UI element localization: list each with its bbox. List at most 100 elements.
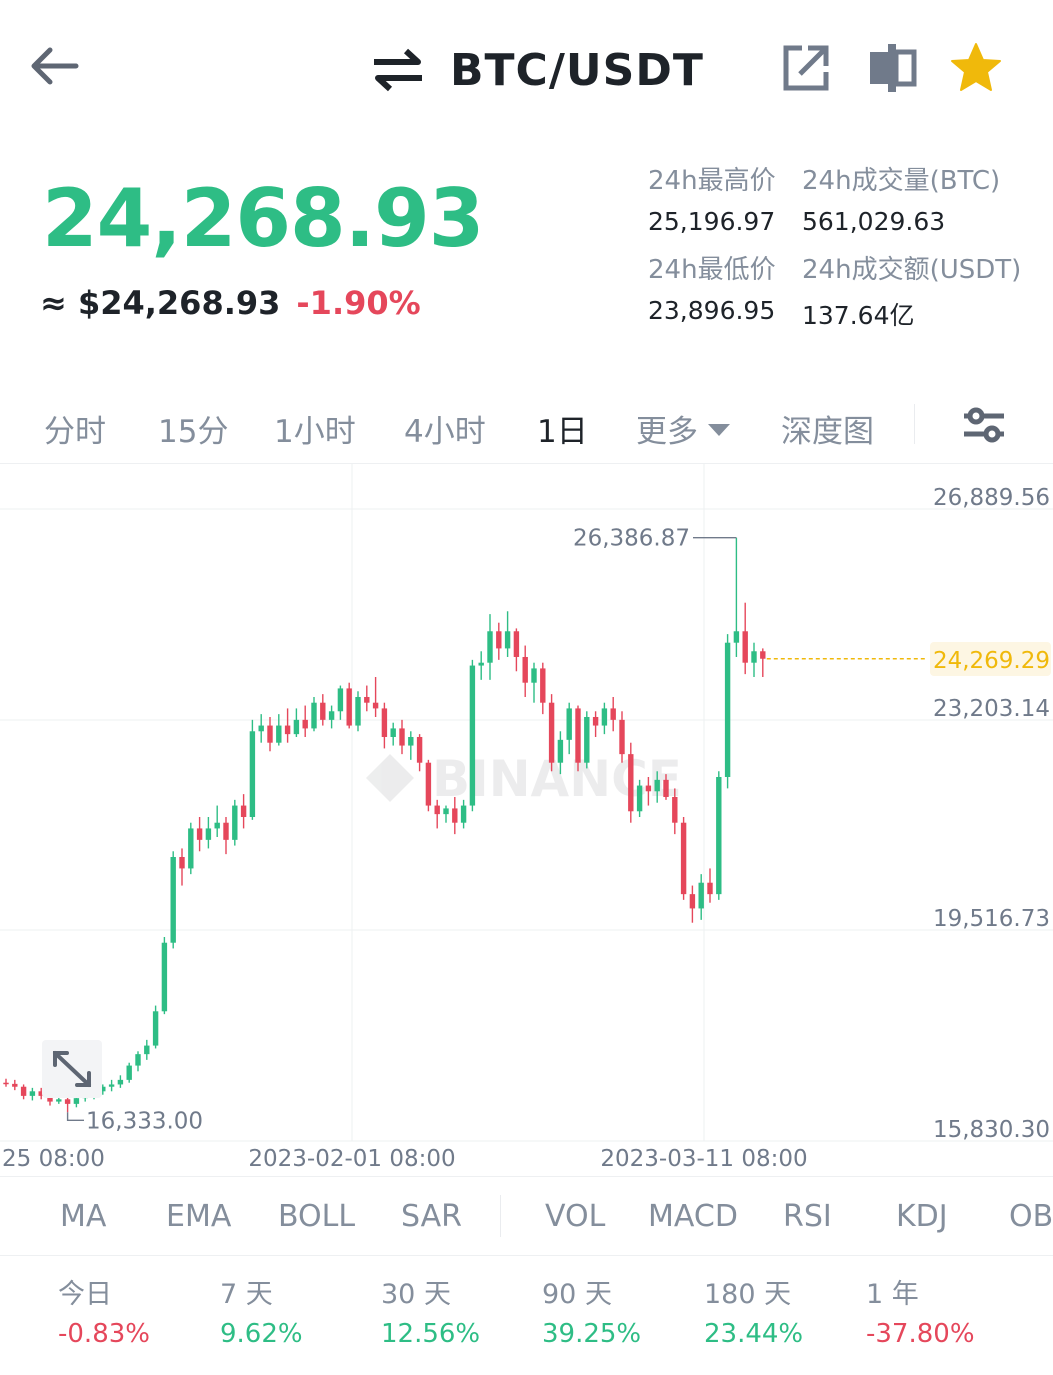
indicator-boll[interactable]: BOLL — [278, 1199, 355, 1234]
stat-turnover: 24h成交额(USDT) 137.64亿 — [802, 255, 1022, 330]
candle-body — [452, 808, 458, 823]
candle-body — [170, 856, 176, 943]
high-marker-label: 26,386.87 — [573, 526, 690, 552]
candle-body — [654, 779, 660, 792]
candle-body — [698, 882, 704, 909]
perf-today: 今日 -0.83% — [58, 1279, 150, 1349]
candle-body — [425, 762, 432, 806]
tab-line[interactable]: 分时 — [44, 406, 106, 451]
candle-body — [267, 725, 273, 743]
star-icon — [951, 43, 1001, 91]
back-button[interactable] — [24, 40, 84, 92]
candle-body — [144, 1045, 150, 1055]
candle-body — [760, 651, 766, 659]
indicator-rsi[interactable]: RSI — [783, 1199, 832, 1234]
indicator-macd[interactable]: MACD — [648, 1199, 738, 1234]
price-axis-label: 15,830.30 — [933, 1117, 1050, 1143]
candle-body — [179, 856, 185, 869]
candle-body — [249, 731, 256, 817]
swap-icon — [374, 48, 422, 92]
perf-7d: 7 天 9.62% — [220, 1279, 303, 1349]
tab-depth[interactable]: 深度图 — [781, 406, 874, 451]
candle-body — [628, 754, 634, 812]
candle-body — [64, 1099, 71, 1104]
date-axis-label: 2023-02-01 08:00 — [248, 1146, 455, 1172]
indicator-vol[interactable]: VOL — [545, 1199, 605, 1234]
indicator-sar[interactable]: SAR — [401, 1199, 462, 1234]
candle-body — [443, 808, 449, 815]
candle-body — [196, 828, 203, 840]
candle-body — [619, 719, 625, 755]
candle-body — [258, 725, 264, 732]
candle-body — [293, 719, 300, 735]
tab-15m[interactable]: 15分 — [158, 406, 228, 451]
candle-body — [364, 696, 370, 703]
candle-body — [513, 631, 520, 657]
sliders-icon — [964, 407, 1004, 443]
price-change: -1.90% — [296, 284, 421, 322]
arrow-left-icon — [31, 47, 79, 85]
indicator-ma[interactable]: MA — [60, 1199, 106, 1234]
share-button[interactable] — [778, 40, 834, 96]
tab-1h[interactable]: 1小时 — [274, 406, 356, 451]
tab-1d[interactable]: 1日 — [537, 406, 588, 451]
candle-body — [311, 702, 317, 729]
compare-button[interactable] — [864, 40, 920, 96]
stat-volume: 24h成交量(BTC) 561,029.63 — [802, 166, 1001, 236]
low-marker-label: 16,333.00 — [86, 1108, 203, 1134]
candle-body — [522, 656, 528, 683]
candle-body — [284, 725, 291, 735]
candle-body — [3, 1082, 9, 1085]
candle-body — [566, 708, 572, 740]
candle-body — [636, 785, 643, 812]
price-subline: ≈ $24,268.93 -1.90% — [40, 284, 421, 322]
candle-body — [478, 662, 484, 666]
indicator-kdj[interactable]: KDJ — [896, 1199, 948, 1234]
candle-body — [716, 776, 722, 895]
candle-body — [240, 805, 247, 817]
candle-body — [742, 631, 748, 663]
candle-body — [610, 708, 616, 720]
candle-body — [557, 739, 564, 763]
tab-4h[interactable]: 4小时 — [404, 406, 486, 451]
kline-svg: BINANCE 26,889.56 24,269.29 23,203.14 19… — [0, 464, 1053, 1172]
candle-body — [337, 688, 344, 712]
candle-body — [487, 631, 493, 663]
candle-body — [214, 822, 220, 829]
candle-body — [601, 708, 608, 726]
candle-body — [540, 668, 546, 703]
candle-body — [680, 822, 687, 895]
stat-high: 24h最高价 25,196.97 — [648, 166, 776, 236]
candle-body — [372, 702, 379, 709]
chart-settings-button[interactable] — [958, 400, 1010, 452]
pair-selector[interactable]: BTC/USDT — [370, 42, 704, 98]
chevron-down-icon — [708, 423, 730, 436]
timeframe-bar: 分时 15分 1小时 4小时 1日 更多 深度图 — [0, 392, 1053, 464]
external-link-icon — [783, 45, 829, 91]
perf-1y: 1 年 -37.80% — [866, 1279, 975, 1349]
kline-chart[interactable]: BINANCE 26,889.56 24,269.29 23,203.14 19… — [0, 464, 1053, 1176]
top-bar: BTC/USDT — [0, 0, 1053, 140]
favorite-button[interactable] — [948, 40, 1004, 96]
pair-title: BTC/USDT — [450, 44, 704, 96]
candle-body — [73, 1098, 80, 1104]
candle-body — [390, 728, 396, 737]
date-axis-label: 2023-03-11 08:00 — [600, 1146, 807, 1172]
candle-body — [29, 1091, 36, 1096]
candle-body — [548, 702, 555, 763]
candle-body — [328, 711, 335, 720]
candle-body — [188, 828, 194, 869]
candle-body — [355, 696, 361, 726]
candle-body — [381, 708, 388, 737]
indicator-ob[interactable]: OB — [1009, 1199, 1053, 1234]
indicator-ema[interactable]: EMA — [166, 1199, 231, 1234]
tab-more[interactable]: 更多 — [636, 406, 730, 451]
performance-row: 今日 -0.83% 7 天 9.62% 30 天 12.56% 90 天 39.… — [0, 1258, 1053, 1375]
candle-body — [232, 805, 238, 840]
candle-body — [592, 716, 599, 726]
candle-body — [56, 1099, 62, 1102]
candle-body — [302, 719, 308, 729]
candle-body — [152, 1011, 159, 1046]
candle-body — [408, 736, 414, 746]
candle-body — [724, 642, 731, 777]
